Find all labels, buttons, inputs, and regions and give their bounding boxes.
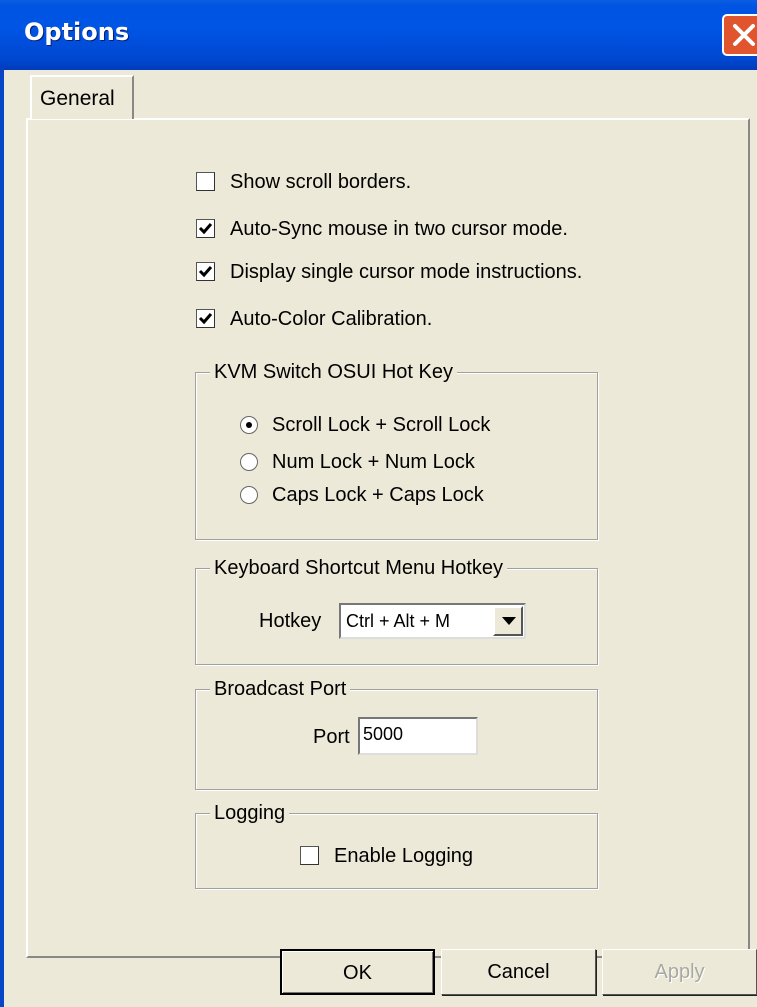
group-title: KVM Switch OSUI Hot Key (210, 358, 457, 386)
port-input[interactable]: 5000 (358, 717, 478, 755)
checkbox-box (196, 309, 215, 328)
radio-button (240, 453, 258, 471)
ok-button[interactable]: OK (280, 949, 435, 995)
port-input-value: 5000 (363, 724, 404, 744)
checkbox-box (196, 172, 215, 191)
checkbox-box (300, 846, 319, 865)
checkbox-label: Auto-Color Calibration. (230, 308, 433, 330)
radio-button (240, 486, 258, 504)
checkbox-box (196, 262, 215, 281)
close-button[interactable] (722, 14, 757, 56)
checkmark-icon (198, 266, 213, 278)
apply-button[interactable]: Apply (602, 949, 757, 995)
radio-label: Scroll Lock + Scroll Lock (272, 414, 491, 436)
radio-label: Num Lock + Num Lock (272, 451, 475, 473)
tab-general-label: General (40, 87, 115, 110)
title-bar[interactable]: Options (0, 0, 757, 70)
port-label: Port (313, 726, 350, 748)
window-title: Options (24, 18, 130, 46)
checkbox-label: Show scroll borders. (230, 171, 412, 193)
window-frame (0, 70, 4, 1007)
hotkey-label: Hotkey (259, 610, 322, 632)
radio-label: Caps Lock + Caps Lock (272, 484, 484, 506)
radio-button (240, 416, 258, 434)
group-title: Keyboard Shortcut Menu Hotkey (210, 554, 508, 582)
cancel-button[interactable]: Cancel (441, 949, 596, 995)
tab-general[interactable]: General (30, 75, 134, 119)
hotkey-select[interactable]: Ctrl + Alt + M (339, 603, 526, 639)
hotkey-select-value: Ctrl + Alt + M (346, 611, 451, 631)
checkbox-label: Display single cursor mode instructions. (230, 261, 583, 283)
dropdown-button[interactable] (493, 606, 523, 636)
checkbox-label: Enable Logging (334, 845, 474, 867)
checkbox-box (196, 219, 215, 238)
checkmark-icon (198, 223, 213, 235)
checkmark-icon (198, 313, 213, 325)
chevron-down-icon (502, 617, 516, 625)
checkbox-label: Auto-Sync mouse in two cursor mode. (230, 218, 568, 240)
group-title: Logging (210, 799, 290, 827)
close-icon (733, 24, 755, 46)
group-title: Broadcast Port (210, 675, 351, 703)
